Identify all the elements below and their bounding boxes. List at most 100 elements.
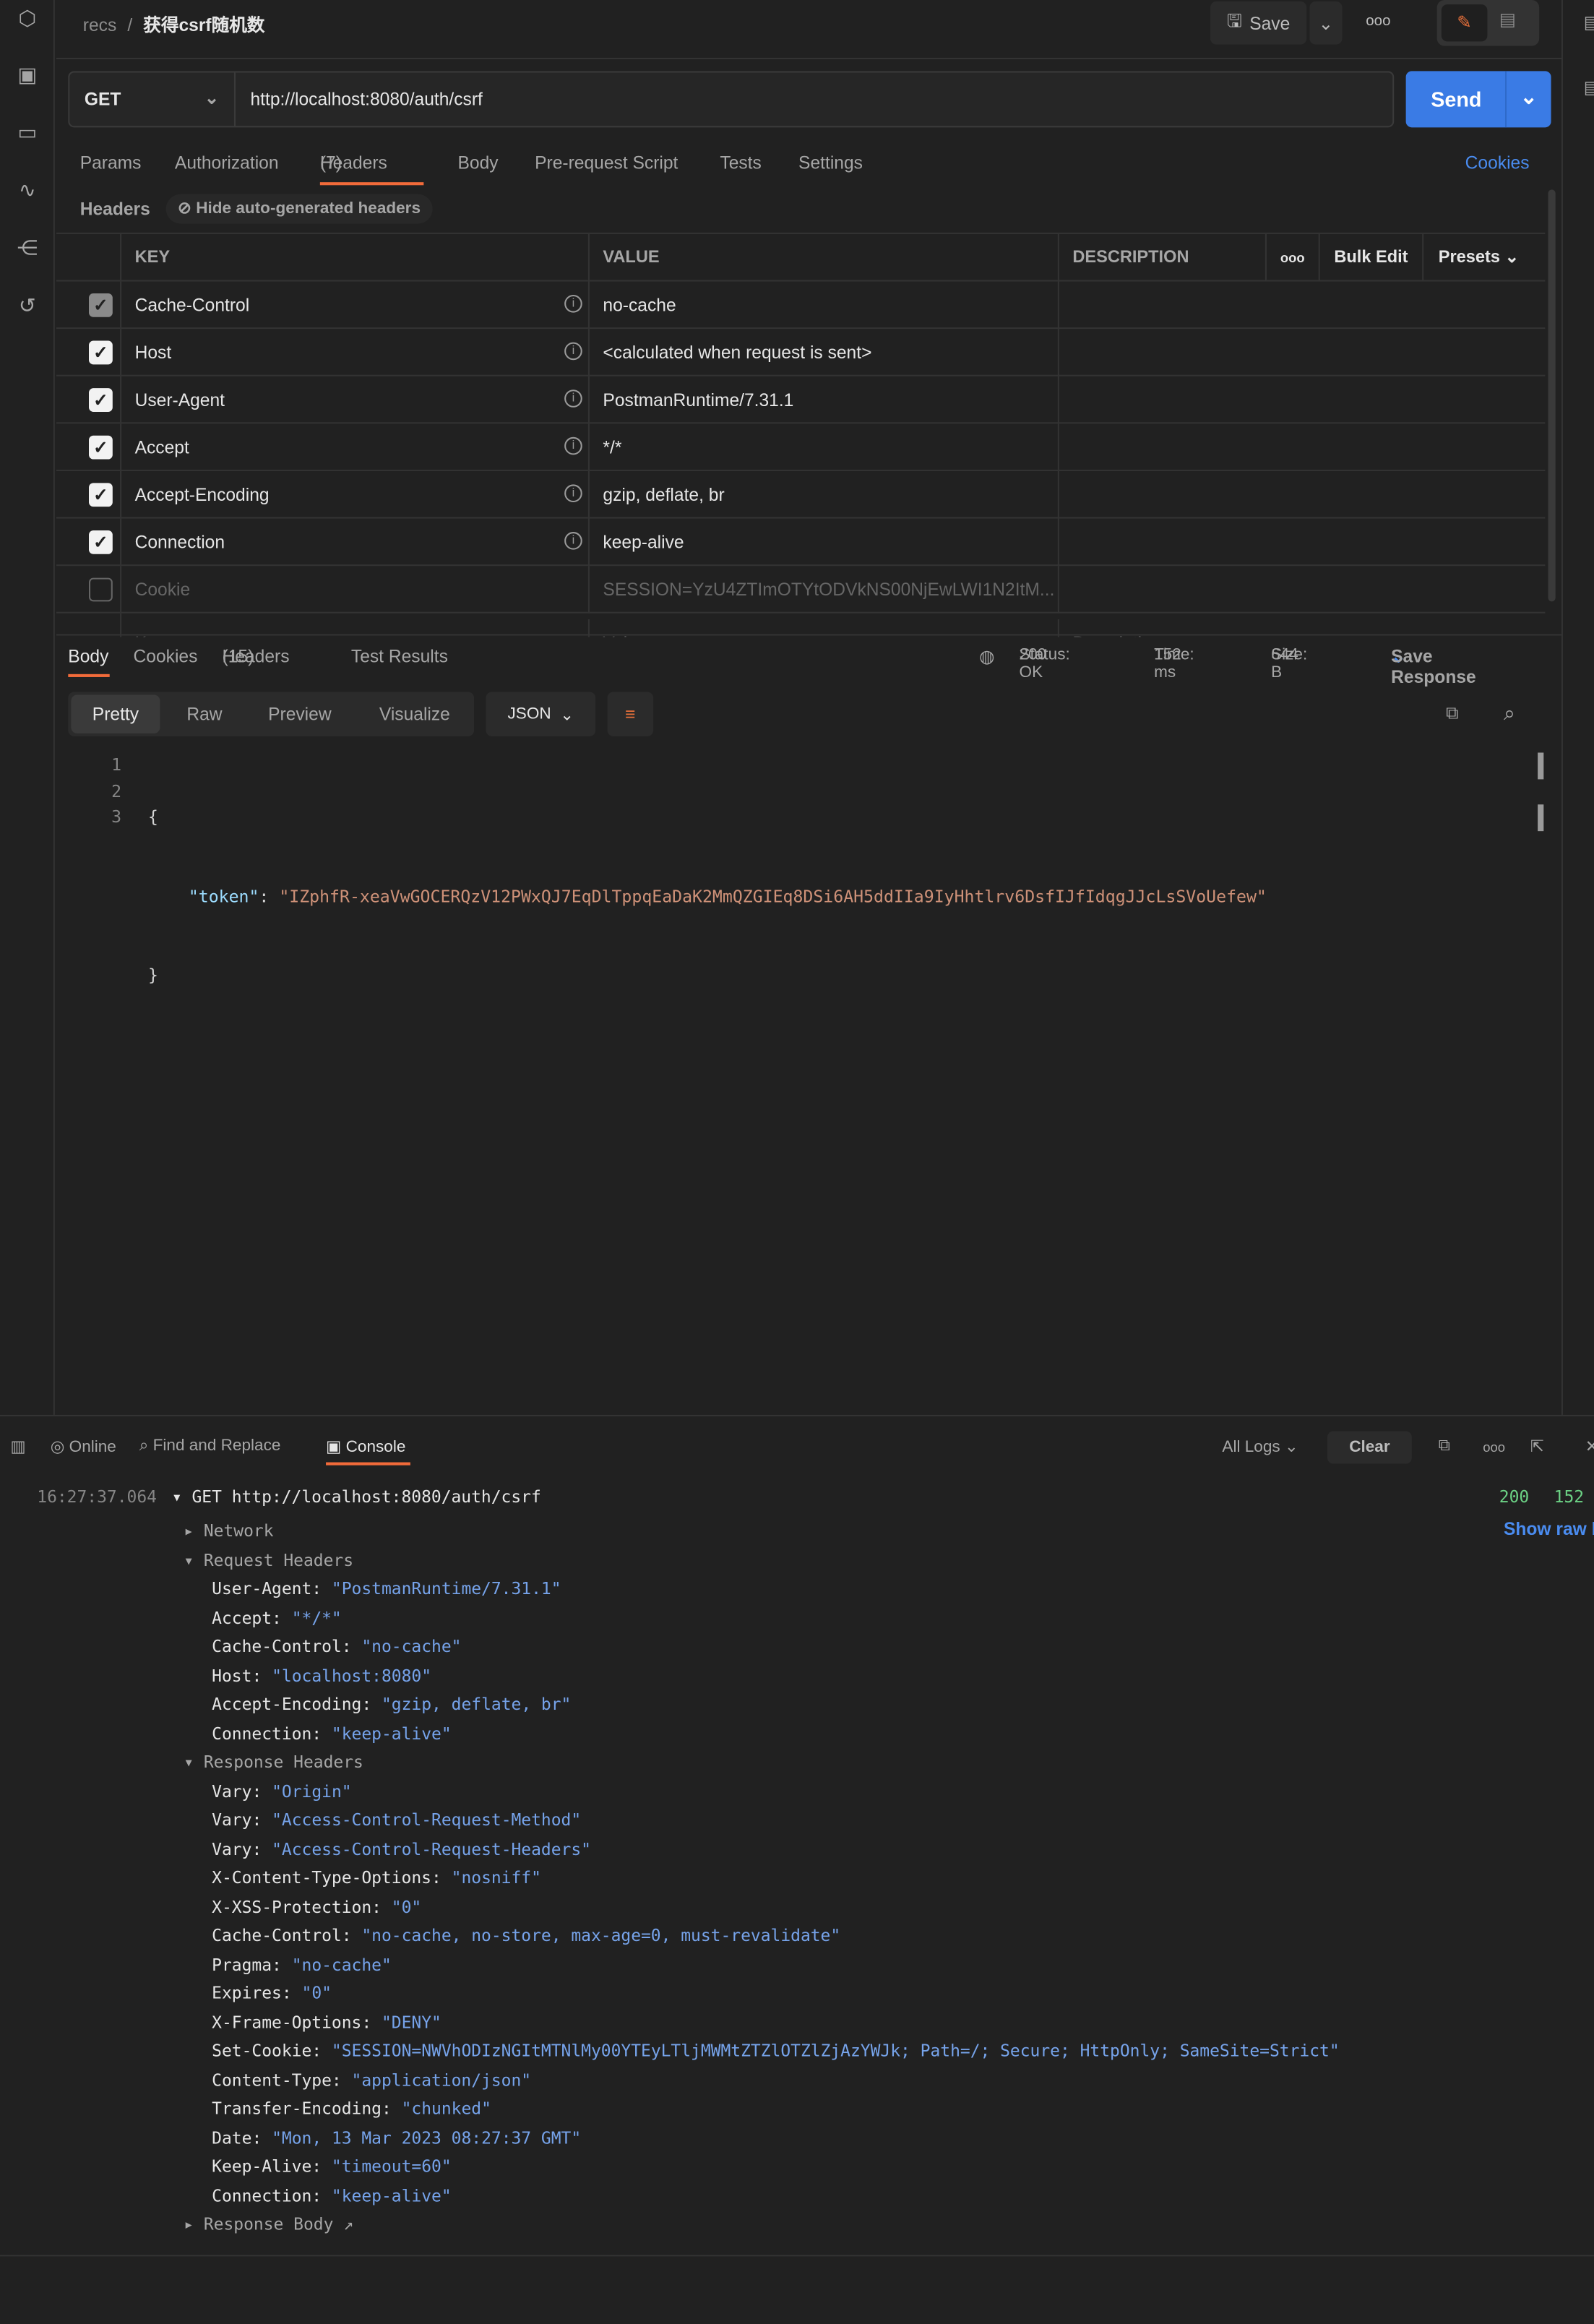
format-select[interactable]: JSON ⌄ (486, 692, 596, 736)
table-more-button[interactable]: ooo (1265, 233, 1319, 282)
collections-icon[interactable]: ⬡ (15, 6, 40, 31)
hide-auto-headers-button[interactable]: ⊘ Hide auto-generated headers (165, 194, 433, 224)
log-header-value: "Origin" (272, 1781, 352, 1802)
view-visualize[interactable]: Visualize (379, 704, 450, 725)
mock-servers-icon[interactable]: ▭ (15, 120, 40, 145)
send-dropdown-icon[interactable]: ⌄ (1505, 71, 1551, 128)
row-checkbox[interactable] (89, 577, 113, 602)
clear-button[interactable]: Clear (1327, 1431, 1412, 1464)
header-key[interactable]: User-Agent i (121, 376, 590, 424)
environments-icon[interactable]: ▣ (15, 62, 40, 87)
info-icon[interactable]: i (564, 342, 582, 361)
log-level-select[interactable]: All Logs ⌄ (1222, 1437, 1298, 1457)
header-key[interactable]: Accept i (121, 423, 590, 471)
pop-out-icon[interactable]: ⇱ (1530, 1437, 1544, 1457)
bulk-edit-button[interactable]: Bulk Edit (1318, 233, 1423, 282)
header-description[interactable] (1059, 519, 1545, 567)
log-request-line[interactable]: ▾ GET http://localhost:8080/auth/csrf (172, 1483, 541, 1512)
header-key[interactable]: Accept-Encoding i (121, 470, 590, 519)
copy-icon[interactable]: ⧉ (1439, 1437, 1450, 1457)
tab-pre-request-script[interactable]: Pre-request Script (535, 152, 678, 173)
row-checkbox[interactable]: ✓ (89, 483, 113, 507)
header-key[interactable]: Host i (121, 329, 590, 376)
save-dropdown-button[interactable]: ⌄ (1309, 1, 1343, 45)
header-key[interactable]: Cache-Control i (121, 281, 590, 330)
wrap-lines-icon[interactable]: ≡ (607, 692, 654, 736)
request-name[interactable]: 获得csrf随机数 (143, 15, 264, 36)
tab-authorization[interactable]: Authorization (175, 152, 279, 173)
header-value[interactable]: SESSION=YzU4ZTImOTYtODVkNS00NjEwLWI1N2It… (590, 566, 1059, 614)
checkbox-cell: ✓ (56, 329, 122, 376)
header-description[interactable] (1059, 471, 1545, 519)
headers-scrollbar[interactable] (1548, 189, 1556, 602)
column-key: KEY (121, 233, 590, 282)
comment-icon[interactable]: ▤ (1499, 9, 1516, 30)
header-value[interactable]: <calculated when request is sent> (590, 329, 1059, 376)
save-button[interactable]: 🖫 Save (1210, 1, 1307, 45)
info-icon[interactable]: i (564, 436, 582, 455)
save-response-button[interactable]: Save Response ⌄ (1391, 646, 1476, 687)
console-tab[interactable]: ▣ Console (326, 1437, 405, 1457)
header-value[interactable]: */* (590, 423, 1059, 471)
view-pretty[interactable]: Pretty (71, 694, 160, 733)
request-headers-toggle[interactable]: ▾ Request Headers (184, 1546, 353, 1575)
header-value[interactable]: gzip, deflate, br (590, 470, 1059, 519)
log-colon: : (341, 1637, 362, 1657)
header-key[interactable]: Connection i (121, 518, 590, 567)
presets-button[interactable]: Presets ⌄ (1422, 233, 1545, 282)
toggle-sidebar-icon[interactable]: ▥ (10, 1437, 25, 1457)
history-icon[interactable]: ↺ (15, 293, 40, 319)
copy-icon[interactable]: ⧉ (1446, 702, 1459, 725)
tab-settings[interactable]: Settings (798, 152, 863, 173)
tab-tests[interactable]: Tests (720, 152, 761, 173)
show-raw-log-link[interactable]: Show raw l (1504, 1515, 1594, 1544)
log-header-entry: Transfer-Encoding: "chunked" (212, 2095, 491, 2124)
network-toggle[interactable]: ▸ Network (184, 1517, 273, 1546)
method-select[interactable]: GET ⌄ (69, 72, 236, 126)
header-value[interactable]: no-cache (590, 281, 1059, 330)
header-key[interactable]: Cookie (121, 566, 590, 614)
header-description[interactable] (1059, 329, 1545, 376)
header-description[interactable] (1059, 376, 1545, 424)
row-checkbox[interactable]: ✓ (89, 340, 113, 365)
cookies-link[interactable]: Cookies (1465, 152, 1530, 173)
row-checkbox[interactable]: ✓ (89, 435, 113, 460)
size-value: 644 B (1271, 645, 1298, 682)
response-tab-test-results[interactable]: Test Results (351, 646, 448, 667)
url-input[interactable]: http://localhost:8080/auth/csrf (250, 89, 482, 110)
comments-icon[interactable]: ▤ (1584, 77, 1594, 98)
info-icon[interactable]: i (564, 294, 582, 313)
editor-scrollbar[interactable] (1538, 752, 1544, 780)
header-description[interactable] (1059, 423, 1545, 471)
more-options-icon[interactable]: ooo (1483, 1440, 1505, 1455)
row-checkbox[interactable]: ✓ (89, 293, 113, 317)
info-icon[interactable]: i (564, 484, 582, 503)
documentation-icon[interactable]: ▤ (1584, 12, 1594, 33)
close-icon[interactable]: ✕ (1585, 1437, 1594, 1457)
header-value[interactable]: keep-alive (590, 518, 1059, 567)
response-headers-toggle[interactable]: ▾ Response Headers (184, 1748, 363, 1777)
response-body-toggle[interactable]: ▸ Response Body ↗ (184, 2211, 353, 2239)
row-checkbox[interactable]: ✓ (89, 530, 113, 554)
response-tab-body[interactable]: Body (68, 646, 108, 667)
globe-icon[interactable]: ◍ (979, 646, 994, 667)
header-description[interactable] (1059, 566, 1545, 614)
online-status[interactable]: ◎ Online (51, 1437, 116, 1457)
header-value[interactable]: PostmanRuntime/7.31.1 (590, 376, 1059, 424)
breadcrumb-collection[interactable]: recs (83, 15, 116, 36)
response-tab-cookies[interactable]: Cookies (134, 646, 198, 667)
tab-body[interactable]: Body (458, 152, 499, 173)
search-icon[interactable]: ⌕ (1504, 701, 1515, 726)
more-options-icon[interactable]: ooo (1366, 13, 1390, 30)
info-icon[interactable]: i (564, 390, 582, 408)
header-description[interactable] (1059, 282, 1545, 330)
flows-icon[interactable]: ⋲ (15, 236, 40, 261)
send-button[interactable]: Send ⌄ (1405, 71, 1551, 128)
find-replace-button[interactable]: ⌕ Find and Replace (139, 1437, 281, 1457)
view-raw[interactable]: Raw (186, 704, 222, 725)
tab-params[interactable]: Params (80, 152, 142, 173)
edit-pencil-icon[interactable]: ✎ (1441, 4, 1488, 42)
info-icon[interactable]: i (564, 532, 582, 550)
view-preview[interactable]: Preview (268, 704, 332, 725)
row-checkbox[interactable]: ✓ (89, 388, 113, 412)
